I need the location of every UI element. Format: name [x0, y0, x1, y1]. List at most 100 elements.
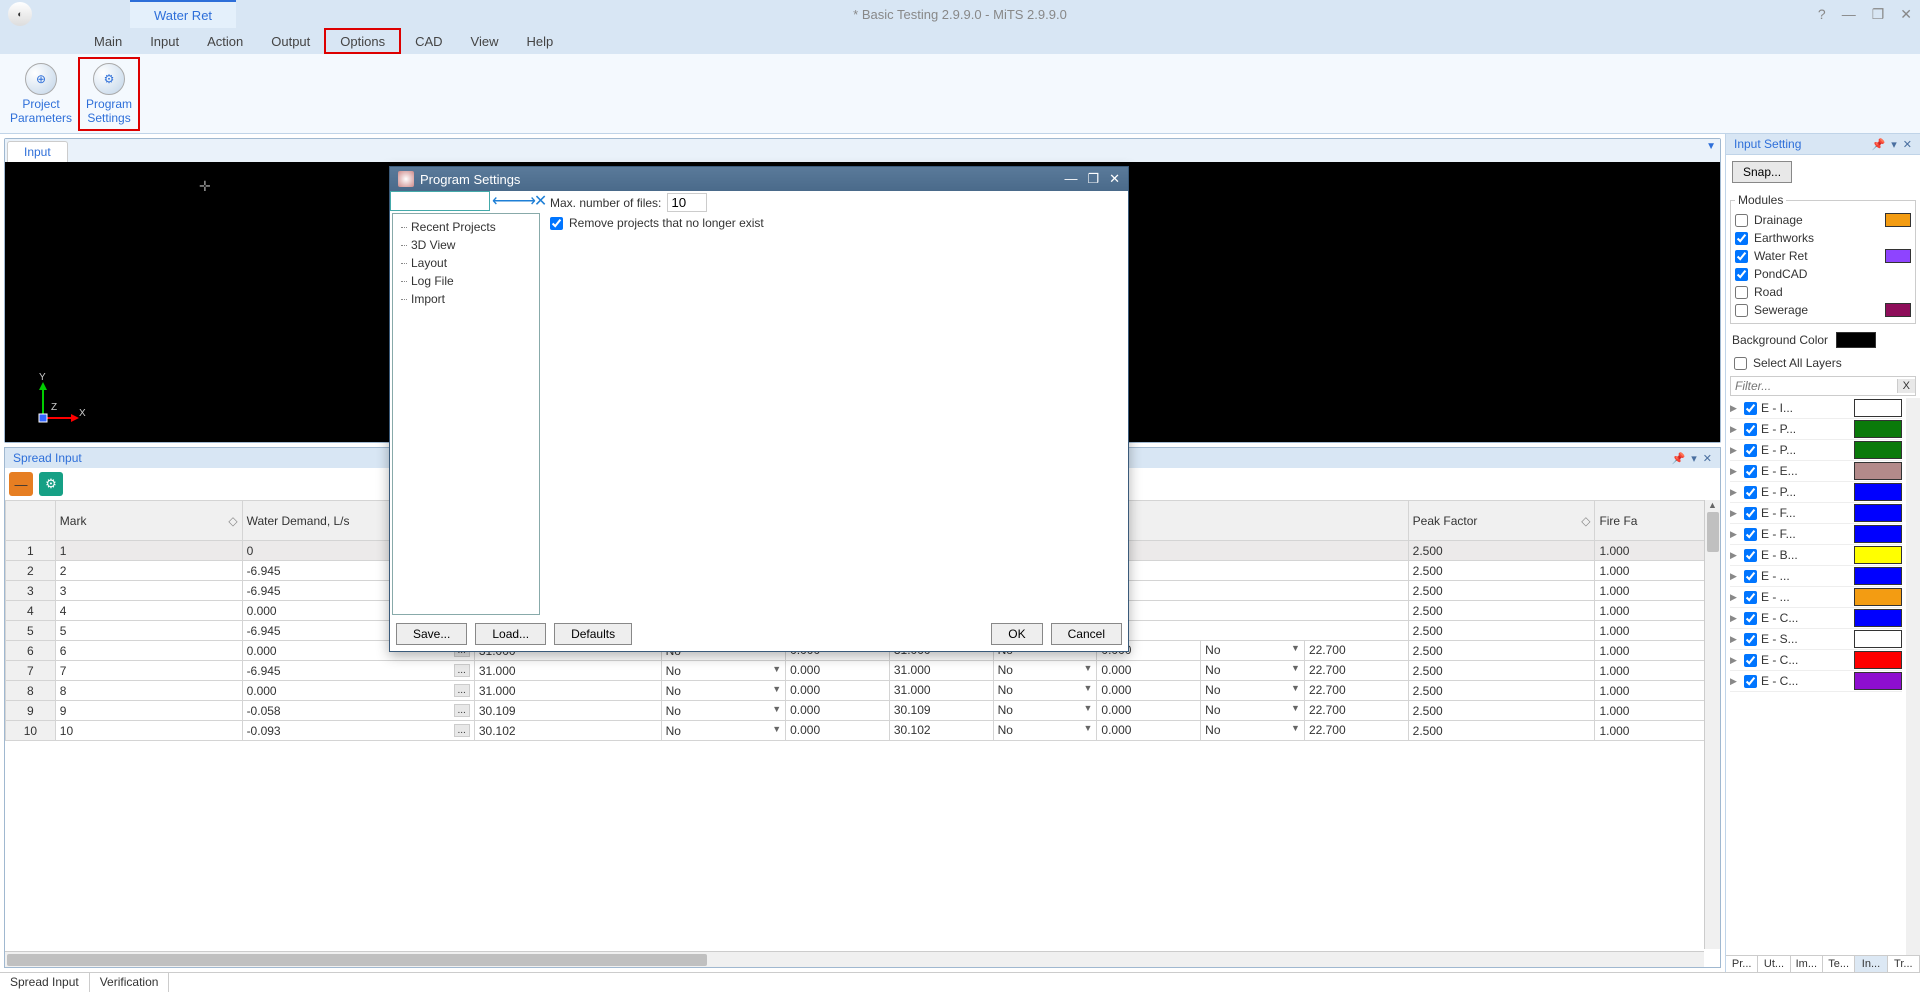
- menu-view[interactable]: View: [457, 28, 513, 54]
- layers-list[interactable]: ▶ E - I... ▶ E - P... ▶ E - P... ▶ E - E…: [1730, 398, 1902, 955]
- expand-icon[interactable]: ▶: [1730, 550, 1740, 561]
- layer-row[interactable]: ▶ E - I...: [1730, 398, 1902, 419]
- layer-color-swatch[interactable]: [1854, 399, 1902, 417]
- dialog-tree[interactable]: Recent Projects3D ViewLayoutLog FileImpo…: [392, 213, 540, 615]
- layer-row[interactable]: ▶ E - C...: [1730, 671, 1902, 692]
- layer-row[interactable]: ▶ E - C...: [1730, 608, 1902, 629]
- col-fire[interactable]: Fire Fa: [1599, 514, 1637, 528]
- dialog-cancel-button[interactable]: Cancel: [1051, 623, 1122, 645]
- expand-icon[interactable]: ▶: [1730, 634, 1740, 645]
- layer-checkbox[interactable]: [1744, 675, 1757, 688]
- dialog-minimize[interactable]: —: [1064, 171, 1077, 187]
- col-peak[interactable]: Peak Factor: [1413, 514, 1478, 528]
- module-row[interactable]: Drainage: [1735, 211, 1911, 229]
- layer-checkbox[interactable]: [1744, 654, 1757, 667]
- expand-icon[interactable]: ▶: [1730, 655, 1740, 666]
- module-checkbox[interactable]: [1735, 268, 1748, 281]
- spread-dropdown-icon[interactable]: ▾: [1691, 452, 1697, 465]
- tree-item[interactable]: Recent Projects: [397, 218, 535, 236]
- expand-icon[interactable]: ▶: [1730, 571, 1740, 582]
- right-bottom-tab[interactable]: Pr...: [1726, 956, 1758, 972]
- layer-color-swatch[interactable]: [1854, 525, 1902, 543]
- tree-item[interactable]: Layout: [397, 254, 535, 272]
- layer-color-swatch[interactable]: [1854, 651, 1902, 669]
- layer-row[interactable]: ▶ E - F...: [1730, 524, 1902, 545]
- dialog-ok-button[interactable]: OK: [991, 623, 1042, 645]
- table-row[interactable]: 8 8 0.000... 31.000 No▼ 0.000 31.000 No▼…: [6, 681, 1720, 701]
- layer-row[interactable]: ▶ E - P...: [1730, 482, 1902, 503]
- layer-row[interactable]: ▶ E - S...: [1730, 629, 1902, 650]
- menu-options[interactable]: Options: [324, 28, 401, 54]
- dialog-search-input[interactable]: [390, 191, 490, 211]
- grid-scrollbar-vertical[interactable]: ▲: [1704, 500, 1720, 949]
- menu-input[interactable]: Input: [136, 28, 193, 54]
- layer-color-swatch[interactable]: [1854, 420, 1902, 438]
- expand-icon[interactable]: ▶: [1730, 445, 1740, 456]
- max-files-input[interactable]: [667, 193, 707, 212]
- dialog-close[interactable]: ✕: [1109, 171, 1120, 187]
- layer-filter-clear[interactable]: X: [1897, 379, 1915, 393]
- layers-scrollbar[interactable]: [1906, 398, 1920, 955]
- table-row[interactable]: 7 7 -6.945... 31.000 No▼ 0.000 31.000 No…: [6, 661, 1720, 681]
- layer-row[interactable]: ▶ E - B...: [1730, 545, 1902, 566]
- maximize-button[interactable]: ❐: [1872, 6, 1885, 23]
- layer-color-swatch[interactable]: [1854, 630, 1902, 648]
- dialog-maximize[interactable]: ❐: [1087, 171, 1099, 187]
- spread-tool-delete[interactable]: —: [9, 472, 33, 496]
- layer-filter-input[interactable]: [1731, 377, 1897, 395]
- module-row[interactable]: Road: [1735, 283, 1911, 301]
- layer-row[interactable]: ▶ E - C...: [1730, 650, 1902, 671]
- layer-checkbox[interactable]: [1744, 612, 1757, 625]
- right-bottom-tab[interactable]: Te...: [1823, 956, 1855, 972]
- module-checkbox[interactable]: [1735, 304, 1748, 317]
- expand-icon[interactable]: ▶: [1730, 508, 1740, 519]
- spread-pin-icon[interactable]: 📌: [1672, 452, 1686, 465]
- grid-scrollbar-horizontal[interactable]: [5, 951, 1704, 967]
- col-mark[interactable]: Mark: [60, 514, 87, 528]
- layer-checkbox[interactable]: [1744, 591, 1757, 604]
- layer-checkbox[interactable]: [1744, 444, 1757, 457]
- table-row[interactable]: 9 9 -0.058... 30.109 No▼ 0.000 30.109 No…: [6, 701, 1720, 721]
- tree-item[interactable]: Log File: [397, 272, 535, 290]
- expand-icon[interactable]: ▶: [1730, 487, 1740, 498]
- right-bottom-tab[interactable]: In...: [1855, 956, 1887, 972]
- expand-icon[interactable]: ▶: [1730, 403, 1740, 414]
- program-settings-button[interactable]: ⚙ Program Settings: [78, 57, 140, 131]
- module-checkbox[interactable]: [1735, 250, 1748, 263]
- layer-row[interactable]: ▶ E - P...: [1730, 440, 1902, 461]
- context-tab-water-ret[interactable]: Water Ret: [130, 0, 236, 28]
- layer-color-swatch[interactable]: [1854, 441, 1902, 459]
- right-pin-icon[interactable]: 📌: [1872, 138, 1886, 151]
- dialog-load-button[interactable]: Load...: [475, 623, 546, 645]
- help-button[interactable]: ?: [1818, 6, 1826, 23]
- expand-icon[interactable]: ▶: [1730, 592, 1740, 603]
- right-bottom-tab[interactable]: Ut...: [1758, 956, 1790, 972]
- module-color-swatch[interactable]: [1885, 249, 1911, 263]
- layer-checkbox[interactable]: [1744, 570, 1757, 583]
- remove-projects-checkbox[interactable]: [550, 217, 563, 230]
- layer-checkbox[interactable]: [1744, 486, 1757, 499]
- module-checkbox[interactable]: [1735, 214, 1748, 227]
- layer-color-swatch[interactable]: [1854, 567, 1902, 585]
- layer-checkbox[interactable]: [1744, 465, 1757, 478]
- layer-checkbox[interactable]: [1744, 507, 1757, 520]
- minimize-button[interactable]: —: [1842, 6, 1856, 23]
- col-water-demand[interactable]: Water Demand, L/s: [247, 514, 350, 528]
- layer-checkbox[interactable]: [1744, 549, 1757, 562]
- module-checkbox[interactable]: [1735, 286, 1748, 299]
- expand-icon[interactable]: ▶: [1730, 466, 1740, 477]
- status-tab-verification[interactable]: Verification: [90, 973, 170, 992]
- module-color-swatch[interactable]: [1885, 213, 1911, 227]
- layer-color-swatch[interactable]: [1854, 672, 1902, 690]
- layer-color-swatch[interactable]: [1854, 609, 1902, 627]
- module-row[interactable]: Earthworks: [1735, 229, 1911, 247]
- right-bottom-tab[interactable]: Tr...: [1888, 956, 1920, 972]
- layer-color-swatch[interactable]: [1854, 483, 1902, 501]
- close-button[interactable]: ✕: [1900, 6, 1912, 23]
- right-bottom-tab[interactable]: Im...: [1791, 956, 1823, 972]
- spread-close-icon[interactable]: ✕: [1703, 452, 1712, 465]
- menu-action[interactable]: Action: [193, 28, 257, 54]
- module-row[interactable]: PondCAD: [1735, 265, 1911, 283]
- module-row[interactable]: Sewerage: [1735, 301, 1911, 319]
- tree-item[interactable]: 3D View: [397, 236, 535, 254]
